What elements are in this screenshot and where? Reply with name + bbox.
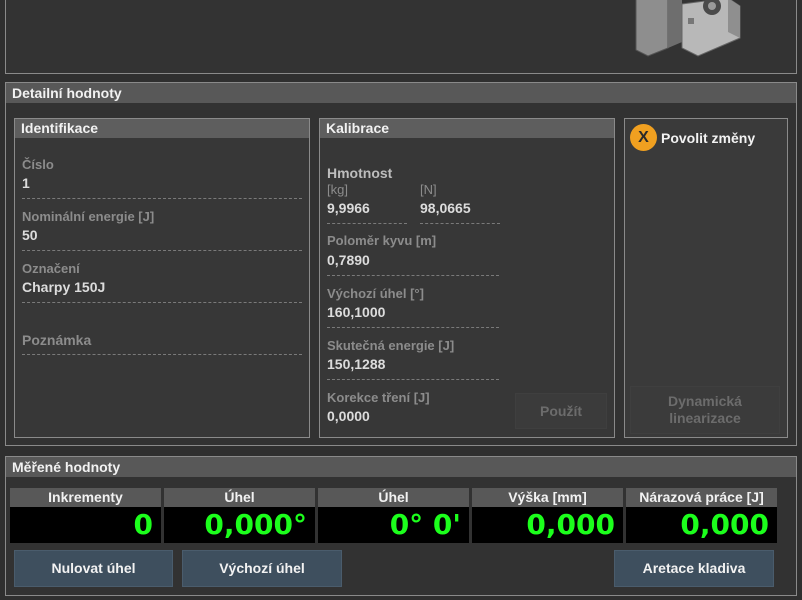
designation-label: Označení [22, 261, 80, 276]
measure-header: Inkrementy [10, 488, 161, 507]
measure-header: Výška [mm] [472, 488, 623, 507]
real-energy-field[interactable]: 150,1288 [327, 356, 499, 380]
apply-button[interactable]: Použít [515, 393, 607, 429]
number-field[interactable]: 1 [22, 175, 302, 199]
mass-n-unit: [N] [420, 182, 437, 197]
mass-kg-field[interactable]: 9,9966 [327, 200, 407, 224]
measure-col-increments: Inkrementy 0 [10, 488, 161, 543]
mass-n-field[interactable]: 98,0665 [420, 200, 500, 224]
pendulum-machine-image [635, 0, 741, 57]
measure-header: Úhel [318, 488, 469, 507]
hammer-lock-button[interactable]: Aretace kladiva [614, 550, 774, 587]
identification-group: Identifikace [14, 118, 310, 438]
detail-section-title: Detailní hodnoty [6, 83, 796, 103]
dynamic-linearization-button[interactable]: Dynamická linearizace [630, 386, 780, 434]
designation-field[interactable]: Charpy 150J [22, 279, 302, 303]
measure-header: Nárazová práce [J] [626, 488, 777, 507]
radius-label: Poloměr kyvu [m] [327, 233, 437, 248]
dynamic-linearization-line2: linearizace [669, 410, 741, 426]
nominal-energy-field[interactable]: 50 [22, 227, 302, 251]
measure-value: 0,000 [626, 507, 777, 543]
measure-col-angle-deg: Úhel 0,000° [164, 488, 315, 543]
measure-value: 0° 0' [318, 507, 469, 543]
start-angle-button[interactable]: Výchozí úhel [182, 550, 342, 587]
measure-header: Úhel [164, 488, 315, 507]
radius-field[interactable]: 0,7890 [327, 252, 499, 276]
measure-col-impact-work: Nárazová práce [J] 0,000 [626, 488, 777, 543]
measured-section-title: Měřené hodnoty [6, 457, 796, 477]
reset-angle-button[interactable]: Nulovat úhel [14, 550, 173, 587]
dynamic-linearization-line1: Dynamická [668, 393, 742, 409]
close-icon[interactable]: X [630, 124, 657, 151]
measure-value: 0,000 [472, 507, 623, 543]
calibration-title: Kalibrace [320, 119, 614, 138]
nominal-energy-label: Nominální energie [J] [22, 209, 155, 224]
mass-kg-unit: [kg] [327, 182, 348, 197]
friction-field[interactable]: 0,0000 [327, 408, 499, 430]
number-label: Číslo [22, 157, 54, 172]
real-energy-label: Skutečná energie [J] [327, 338, 455, 353]
start-angle-field[interactable]: 160,1000 [327, 304, 499, 328]
measure-col-height: Výška [mm] 0,000 [472, 488, 623, 543]
note-field[interactable]: Poznámka [22, 332, 302, 355]
measure-col-angle-dms: Úhel 0° 0' [318, 488, 469, 543]
measure-value: 0 [10, 507, 161, 543]
identification-title: Identifikace [15, 119, 309, 138]
friction-label: Korekce tření [J] [327, 390, 430, 405]
allow-changes-label[interactable]: Povolit změny [661, 130, 755, 146]
start-angle-label: Výchozí úhel [°] [327, 286, 424, 301]
mass-label: Hmotnost [327, 165, 393, 181]
measure-value: 0,000° [164, 507, 315, 543]
